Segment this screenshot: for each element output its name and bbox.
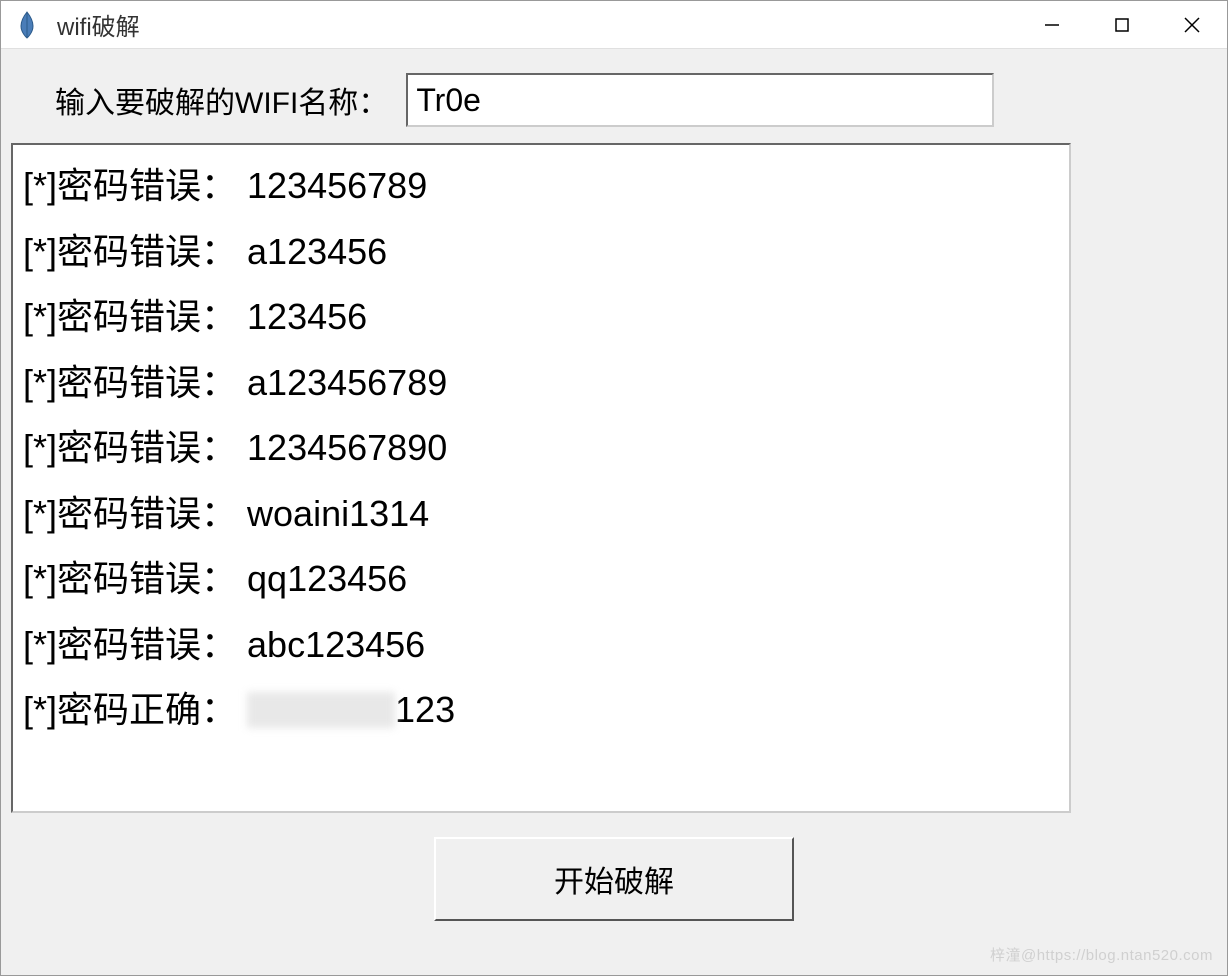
- log-prefix: [*]密码错误：: [23, 481, 247, 547]
- input-row: 输入要破解的WIFI名称：: [55, 73, 1215, 127]
- log-value: abc123456: [247, 612, 425, 678]
- log-value: 123456: [247, 284, 367, 350]
- log-line: [*]密码错误： 1234567890: [23, 415, 1059, 481]
- log-prefix: [*]密码错误：: [23, 284, 247, 350]
- log-prefix: [*]密码正确：: [23, 677, 247, 743]
- log-prefix: [*]密码错误：: [23, 153, 247, 219]
- client-area: 输入要破解的WIFI名称： [*]密码错误： 123456789[*]密码错误：…: [1, 49, 1227, 975]
- log-prefix: [*]密码错误：: [23, 546, 247, 612]
- log-prefix: [*]密码错误：: [23, 612, 247, 678]
- log-line: [*]密码错误： 123456: [23, 284, 1059, 350]
- button-row: 开始破解: [13, 837, 1215, 921]
- app-icon: [13, 11, 41, 39]
- log-value: woaini1314: [247, 481, 429, 547]
- log-prefix: [*]密码错误：: [23, 219, 247, 285]
- log-line: [*]密码错误： a123456789: [23, 350, 1059, 416]
- log-line: [*]密码错误： a123456: [23, 219, 1059, 285]
- watermark-text: 梓潼@https://blog.ntan520.com: [990, 944, 1213, 965]
- log-line: [*]密码错误： 123456789: [23, 153, 1059, 219]
- wifi-name-input[interactable]: [406, 73, 994, 127]
- log-value: qq123456: [247, 546, 407, 612]
- window-controls: [1017, 1, 1227, 49]
- log-line: [*]密码错误： abc123456: [23, 612, 1059, 678]
- log-value: 123: [395, 677, 455, 743]
- log-line: [*]密码正确： 123: [23, 677, 1059, 743]
- log-value: a123456: [247, 219, 387, 285]
- log-prefix: [*]密码错误：: [23, 415, 247, 481]
- log-value: a123456789: [247, 350, 447, 416]
- close-button[interactable]: [1157, 1, 1227, 49]
- log-prefix: [*]密码错误：: [23, 350, 247, 416]
- output-log[interactable]: [*]密码错误： 123456789[*]密码错误： a123456[*]密码错…: [11, 143, 1071, 813]
- log-value: 1234567890: [247, 415, 447, 481]
- maximize-button[interactable]: [1087, 1, 1157, 49]
- log-value: 123456789: [247, 153, 427, 219]
- window-title: wifi破解: [57, 7, 140, 42]
- app-window: wifi破解 输入要破解的WIFI名称： [*]密码错误： 123456789[…: [0, 0, 1228, 976]
- log-line: [*]密码错误： qq123456: [23, 546, 1059, 612]
- titlebar: wifi破解: [1, 1, 1227, 49]
- minimize-button[interactable]: [1017, 1, 1087, 49]
- log-line: [*]密码错误： woaini1314: [23, 481, 1059, 547]
- redacted-block: [247, 692, 395, 728]
- wifi-name-label: 输入要破解的WIFI名称：: [55, 78, 388, 122]
- start-crack-button[interactable]: 开始破解: [434, 837, 794, 921]
